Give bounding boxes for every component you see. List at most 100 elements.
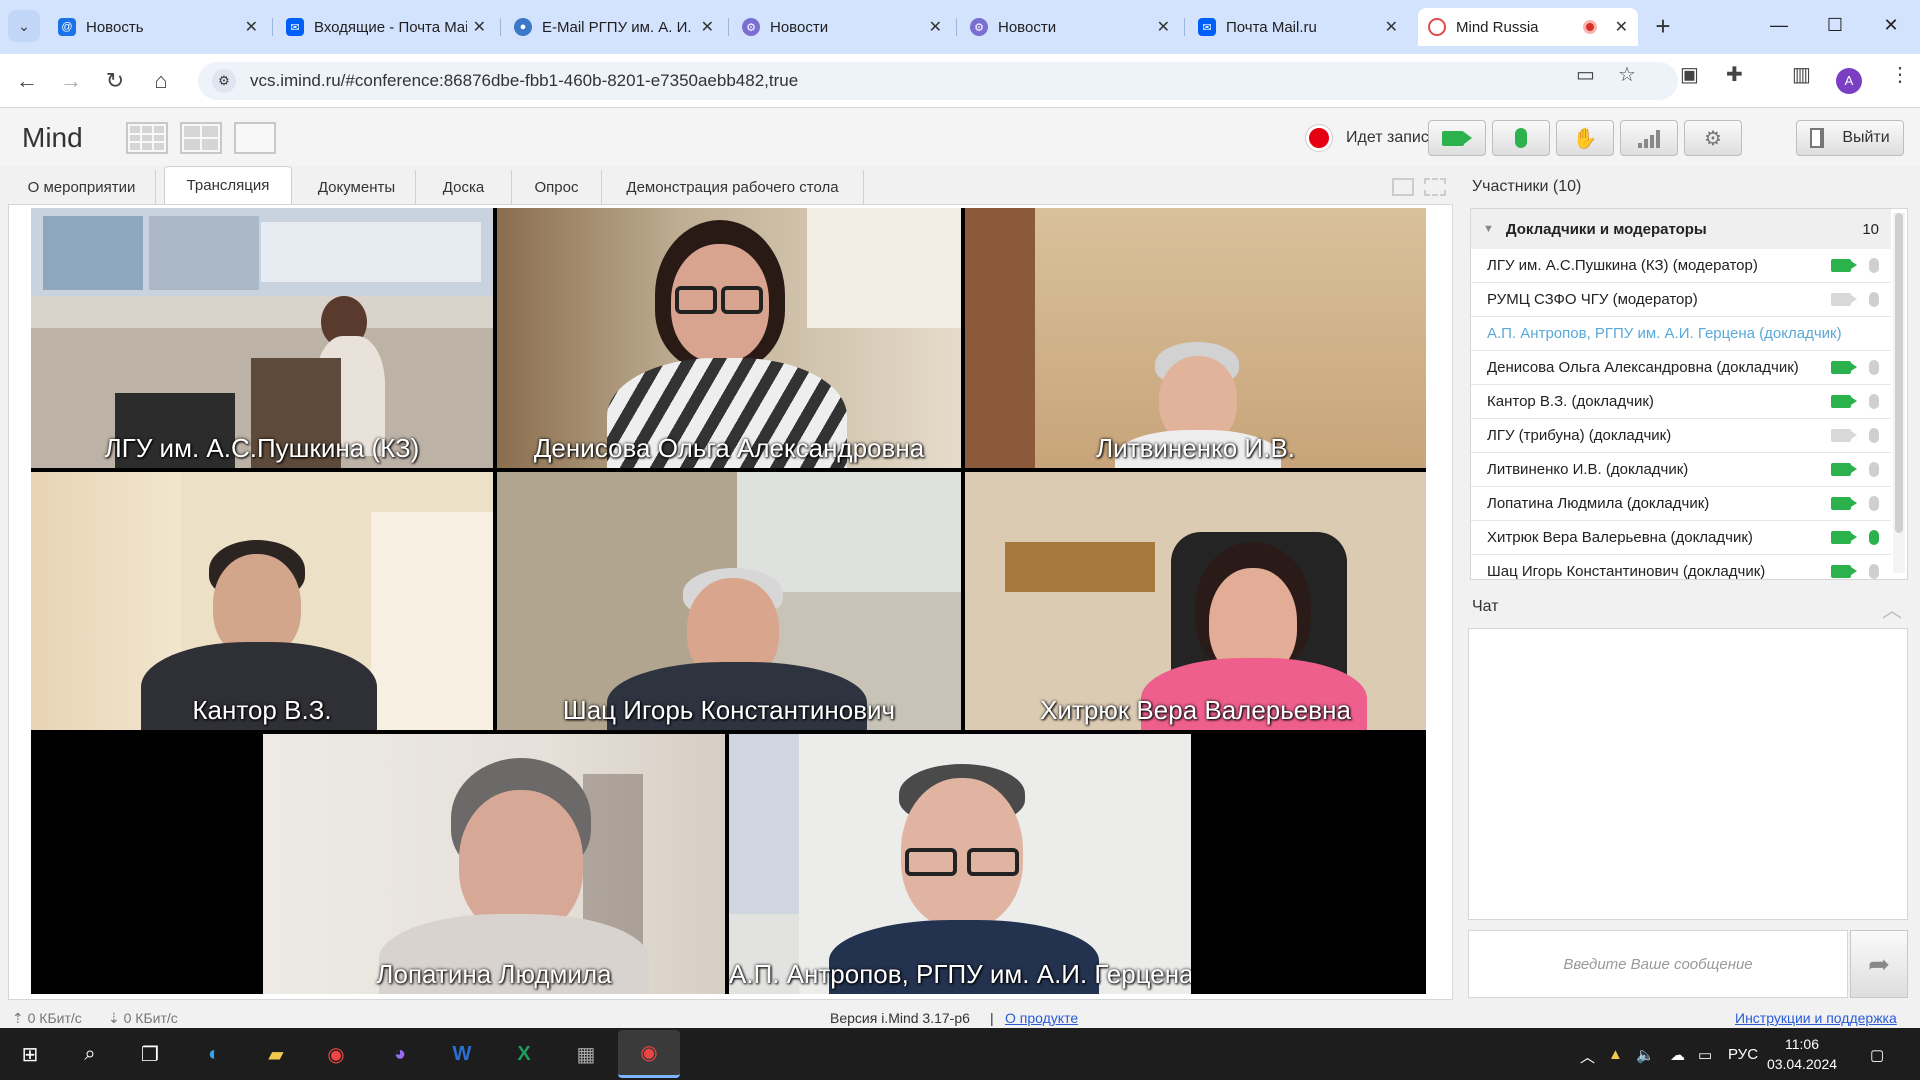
task-view-icon[interactable]: ❐: [132, 1036, 168, 1072]
window-mode-icon[interactable]: [1392, 178, 1414, 196]
participant-row[interactable]: Денисова Ольга Александровна (докладчик): [1471, 351, 1891, 385]
browser-tab[interactable]: ✉ Почта Mail.ru ✕: [1188, 8, 1408, 46]
download-rate: ⇣ 0 КБит/с: [108, 1010, 178, 1026]
close-tab-icon[interactable]: ✕: [245, 17, 258, 37]
tab-documents[interactable]: Документы: [298, 170, 416, 204]
close-tab-icon[interactable]: ✕: [1157, 17, 1170, 37]
calculator-icon[interactable]: ▦: [568, 1036, 604, 1072]
video-tile[interactable]: ЛГУ им. А.С.Пушкина (КЗ): [31, 208, 493, 468]
participant-row[interactable]: Шац Игорь Константинович (докладчик): [1471, 555, 1891, 579]
close-tab-icon[interactable]: ✕: [1615, 17, 1628, 37]
tab-title: Почта Mail.ru: [1226, 18, 1317, 36]
group-speakers-moderators[interactable]: ▼ Докладчики и модераторы 10: [1471, 209, 1891, 249]
participants-scrollbar[interactable]: [1893, 213, 1905, 573]
file-explorer-icon[interactable]: ▰: [258, 1036, 294, 1072]
extension-icon[interactable]: ▣: [1680, 62, 1699, 87]
mail-icon: ✉: [1198, 18, 1216, 36]
layout-grid-9-button[interactable]: [126, 122, 168, 154]
address-bar[interactable]: ⚙ vcs.imind.ru/#conference:86876dbe-fbb1…: [198, 62, 1678, 100]
side-panel-icon[interactable]: ▥: [1792, 62, 1811, 87]
close-tab-icon[interactable]: ✕: [473, 17, 486, 37]
volume-icon[interactable]: 🔈: [1636, 1046, 1655, 1064]
browser-menu-icon[interactable]: ⋮: [1890, 62, 1910, 87]
home-icon[interactable]: ⌂: [146, 66, 176, 96]
layout-single-button[interactable]: [234, 122, 276, 154]
raise-hand-button[interactable]: ✋: [1556, 120, 1614, 156]
word-icon[interactable]: W: [444, 1036, 480, 1072]
participant-row[interactable]: Кантор В.З. (докладчик): [1471, 385, 1891, 419]
browser-tab[interactable]: @ Новость ✕: [48, 8, 268, 46]
forward-icon[interactable]: →: [56, 66, 86, 96]
browser-tab[interactable]: ⚙ Новости ✕: [732, 8, 952, 46]
fullscreen-icon[interactable]: [1424, 178, 1446, 196]
camera-toggle-button[interactable]: [1428, 120, 1486, 156]
back-icon[interactable]: ←: [12, 66, 42, 96]
excel-icon[interactable]: X: [506, 1036, 542, 1072]
close-tab-icon[interactable]: ✕: [1385, 17, 1398, 37]
version-text: Версия i.Mind 3.17-p6: [830, 1010, 970, 1026]
video-tile[interactable]: Кантор В.З.: [31, 472, 493, 730]
close-tab-icon[interactable]: ✕: [929, 17, 942, 37]
participant-row[interactable]: Литвиненко И.В. (докладчик): [1471, 453, 1891, 487]
video-tile[interactable]: А.П. Антропов, РГПУ им. А.И. Герцена: [729, 734, 1191, 994]
camera-on-icon: [1831, 259, 1857, 272]
participant-row[interactable]: Хитрюк Вера Валерьевна (докладчик): [1471, 521, 1891, 555]
send-button[interactable]: ➦: [1850, 930, 1908, 998]
tab-search-button[interactable]: ⌄: [8, 10, 40, 42]
participant-row[interactable]: А.П. Антропов, РГПУ им. А.И. Герцена (до…: [1471, 317, 1891, 351]
cloud-icon[interactable]: ☁: [1670, 1046, 1685, 1064]
chat-input[interactable]: Введите Ваше сообщение: [1468, 930, 1848, 998]
video-tile[interactable]: Лопатина Людмила: [263, 734, 725, 994]
windows-start-icon[interactable]: ⊞: [12, 1036, 48, 1072]
help-link[interactable]: Инструкции и поддержка: [1735, 1010, 1897, 1026]
reload-icon[interactable]: ↻: [100, 66, 130, 96]
network-warning-icon[interactable]: ▲: [1608, 1046, 1623, 1063]
connection-quality-button[interactable]: [1620, 120, 1678, 156]
chevron-up-icon[interactable]: ︿: [1882, 594, 1902, 623]
video-tile[interactable]: Денисова Ольга Александровна: [497, 208, 961, 468]
browser-tab-active[interactable]: Mind Russia ✕: [1418, 8, 1638, 46]
clock[interactable]: 11:06 03.04.2024: [1752, 1034, 1852, 1074]
participant-row[interactable]: РУМЦ СЗФО ЧГУ (модератор): [1471, 283, 1891, 317]
search-icon[interactable]: ⌕: [72, 1036, 108, 1072]
close-window-icon[interactable]: ✕: [1866, 10, 1916, 40]
camera-in-use-icon[interactable]: ▭: [1576, 62, 1595, 87]
minimize-icon[interactable]: —: [1754, 10, 1804, 40]
tab-board[interactable]: Доска: [416, 170, 512, 204]
video-tile[interactable]: Хитрюк Вера Валерьевна: [965, 472, 1426, 730]
maximize-icon[interactable]: ☐: [1810, 10, 1860, 40]
display-icon[interactable]: ▭: [1698, 1046, 1712, 1064]
participant-row[interactable]: ЛГУ им. А.С.Пушкина (КЗ) (модератор): [1471, 249, 1891, 283]
url-text[interactable]: vcs.imind.ru/#conference:86876dbe-fbb1-4…: [250, 71, 798, 91]
chevron-up-icon[interactable]: ︿: [1580, 1046, 1595, 1067]
tab-poll[interactable]: Опрос: [512, 170, 602, 204]
exit-button[interactable]: Выйти: [1796, 120, 1904, 156]
about-product-link[interactable]: О продукте: [1005, 1010, 1078, 1026]
browser-tab[interactable]: ● E-Mail РГПУ им. А. И. Герцена ✕: [504, 8, 724, 46]
app-icon[interactable]: ◕: [382, 1036, 418, 1072]
chrome-icon[interactable]: ◉: [318, 1036, 354, 1072]
site-info-icon[interactable]: ⚙: [212, 69, 236, 93]
close-tab-icon[interactable]: ✕: [701, 17, 714, 37]
browser-tab[interactable]: ✉ Входящие - Почта Mail.ru ✕: [276, 8, 496, 46]
participant-row[interactable]: ЛГУ (трибуна) (докладчик): [1471, 419, 1891, 453]
layout-grid-4-button[interactable]: [180, 122, 222, 154]
new-tab-button[interactable]: +: [1648, 12, 1678, 42]
profile-avatar[interactable]: A: [1836, 68, 1862, 94]
tab-broadcast[interactable]: Трансляция: [164, 166, 292, 204]
tab-desktop-share[interactable]: Демонстрация рабочего стола: [602, 170, 864, 204]
signal-bars-icon: [1638, 128, 1660, 148]
browser-tab[interactable]: ⚙ Новости ✕: [960, 8, 1180, 46]
settings-button[interactable]: ⚙: [1684, 120, 1742, 156]
notifications-icon[interactable]: ▢: [1870, 1046, 1884, 1064]
participants-list: ▼ Докладчики и модераторы 10 ЛГУ им. А.С…: [1470, 208, 1908, 580]
puzzle-icon[interactable]: ✚: [1726, 62, 1743, 87]
bookmark-star-icon[interactable]: ☆: [1618, 62, 1636, 87]
participant-row[interactable]: Лопатина Людмила (докладчик): [1471, 487, 1891, 521]
video-tile[interactable]: Шац Игорь Константинович: [497, 472, 961, 730]
edge-icon[interactable]: ◐: [196, 1036, 232, 1072]
microphone-toggle-button[interactable]: [1492, 120, 1550, 156]
tab-about-event[interactable]: О мероприятии: [8, 170, 156, 204]
chrome-active-icon[interactable]: ◉: [618, 1030, 680, 1078]
video-tile[interactable]: Литвиненко И.В.: [965, 208, 1426, 468]
